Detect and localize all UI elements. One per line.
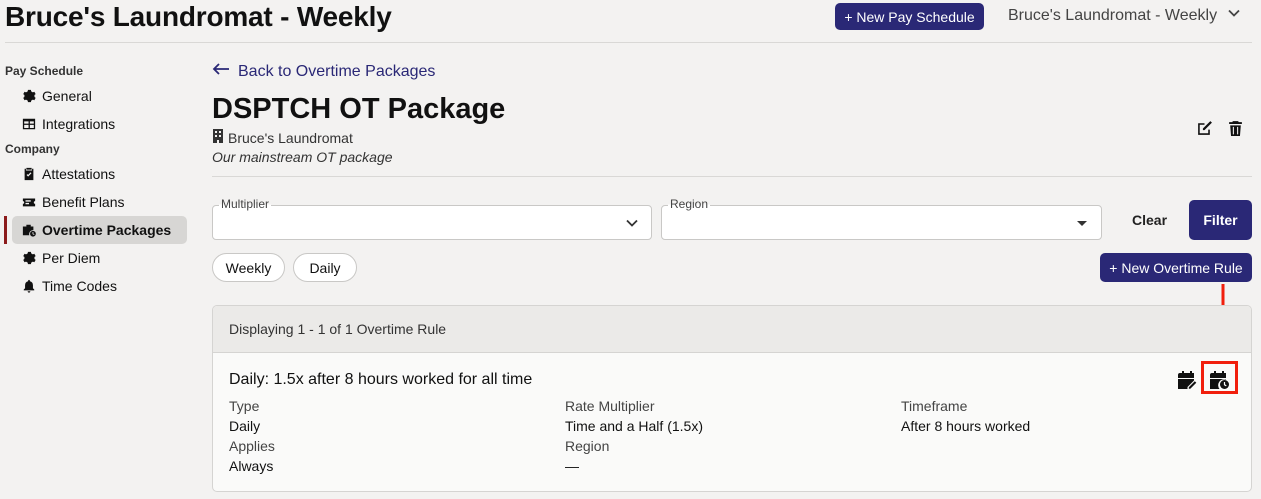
sidebar-item-label: General <box>42 88 92 104</box>
gear-icon <box>22 251 36 265</box>
rule-title: Daily: 1.5x after 8 hours worked for all… <box>229 371 533 388</box>
list-count: Displaying 1 - 1 of 1 Overtime Rule <box>213 306 1251 353</box>
rule-region: Region — <box>565 436 609 476</box>
region-select[interactable]: Region <box>661 197 1102 240</box>
rule-type-value: Daily <box>229 418 261 434</box>
chevron-down-icon <box>625 216 639 235</box>
rule-rate-value: Time and a Half (1.5x) <box>565 418 703 434</box>
trash-icon[interactable] <box>1227 120 1244 142</box>
rule-type: Type Daily <box>229 396 260 436</box>
sidebar-item-label: Time Codes <box>42 278 117 294</box>
rule-timeframe-value: After 8 hours worked <box>901 418 1031 434</box>
package-actions <box>1196 120 1244 142</box>
rule-rate-label: Rate Multiplier <box>565 398 655 414</box>
gear-icon <box>22 89 36 103</box>
rule-region-label: Region <box>565 438 610 454</box>
sidebar-section-pay-schedule: Pay Schedule <box>5 64 84 78</box>
package-company: Bruce's Laundromat <box>212 129 353 146</box>
sidebar-item-integrations[interactable]: Integrations <box>12 110 187 138</box>
rule-region-value: — <box>565 458 579 474</box>
rule-actions <box>1176 369 1230 391</box>
sidebar-item-label: Attestations <box>42 166 116 182</box>
rule-applies-value: Always <box>229 458 274 474</box>
top-divider <box>5 42 1252 43</box>
sidebar: Pay Schedule General Integrations Compan… <box>0 60 195 300</box>
new-overtime-rule-button[interactable]: + New Overtime Rule <box>1100 253 1252 282</box>
arrow-left-icon <box>212 62 230 81</box>
sidebar-section-company: Company <box>5 142 60 156</box>
app-title: Bruce's Laundromat - Weekly <box>5 1 392 32</box>
back-to-overtime-packages-link[interactable]: Back to Overtime Packages <box>212 62 435 81</box>
new-pay-schedule-button[interactable]: + New Pay Schedule <box>835 3 984 30</box>
multiplier-label: Multiplier <box>219 197 272 211</box>
page-title: DSPTCH OT Package <box>212 93 506 125</box>
overtime-rule-list: Displaying 1 - 1 of 1 Overtime Rule Dail… <box>212 305 1252 492</box>
rule-timeframe-label: Timeframe <box>901 398 968 414</box>
chevron-down-icon <box>1227 6 1241 25</box>
calendar-clock-icon[interactable] <box>1208 369 1230 391</box>
package-company-name: Bruce's Laundromat <box>228 129 353 146</box>
rule-applies: Applies Always <box>229 436 275 476</box>
sidebar-item-label: Benefit Plans <box>42 194 125 210</box>
sidebar-item-general[interactable]: General <box>12 82 187 110</box>
rule-type-label: Type <box>229 398 260 414</box>
filter-button[interactable]: Filter <box>1189 200 1252 240</box>
rule-rate: Rate Multiplier Time and a Half (1.5x) <box>565 396 703 436</box>
region-label: Region <box>668 197 711 211</box>
chip-weekly[interactable]: Weekly <box>212 253 285 282</box>
rule-timeframe: Timeframe After 8 hours worked <box>901 396 1030 436</box>
schedule-selector-label: Bruce's Laundromat - Weekly <box>1008 6 1218 24</box>
ticket-icon <box>22 195 36 209</box>
sidebar-item-benefit-plans[interactable]: Benefit Plans <box>12 188 187 216</box>
clock-briefcase-icon <box>22 223 36 237</box>
multiplier-select[interactable]: Multiplier <box>212 197 652 240</box>
sidebar-item-label: Per Diem <box>42 250 101 266</box>
table-icon <box>22 117 36 131</box>
sidebar-item-overtime-packages[interactable]: Overtime Packages <box>4 216 187 244</box>
sidebar-item-label: Overtime Packages <box>42 222 172 238</box>
calendar-edit-icon[interactable] <box>1176 369 1198 391</box>
sidebar-item-per-diem[interactable]: Per Diem <box>12 244 187 272</box>
bell-icon <box>22 279 36 293</box>
sidebar-item-attestations[interactable]: Attestations <box>12 160 187 188</box>
main-divider <box>212 176 1252 177</box>
top-bar: Bruce's Laundromat - Weekly + New Pay Sc… <box>0 0 1261 43</box>
edit-icon[interactable] <box>1196 120 1213 142</box>
rule-applies-label: Applies <box>229 438 275 454</box>
clipboard-check-icon <box>22 167 36 181</box>
sidebar-item-time-codes[interactable]: Time Codes <box>12 272 187 300</box>
sidebar-item-label: Integrations <box>42 116 116 132</box>
package-description: Our mainstream OT package <box>212 149 393 165</box>
back-link-label: Back to Overtime Packages <box>238 62 436 80</box>
schedule-selector[interactable]: Bruce's Laundromat - Weekly <box>1008 6 1241 25</box>
chip-daily[interactable]: Daily <box>293 253 357 282</box>
clear-button[interactable]: Clear <box>1126 210 1173 230</box>
building-icon <box>212 129 224 146</box>
caret-down-icon <box>1075 216 1089 235</box>
